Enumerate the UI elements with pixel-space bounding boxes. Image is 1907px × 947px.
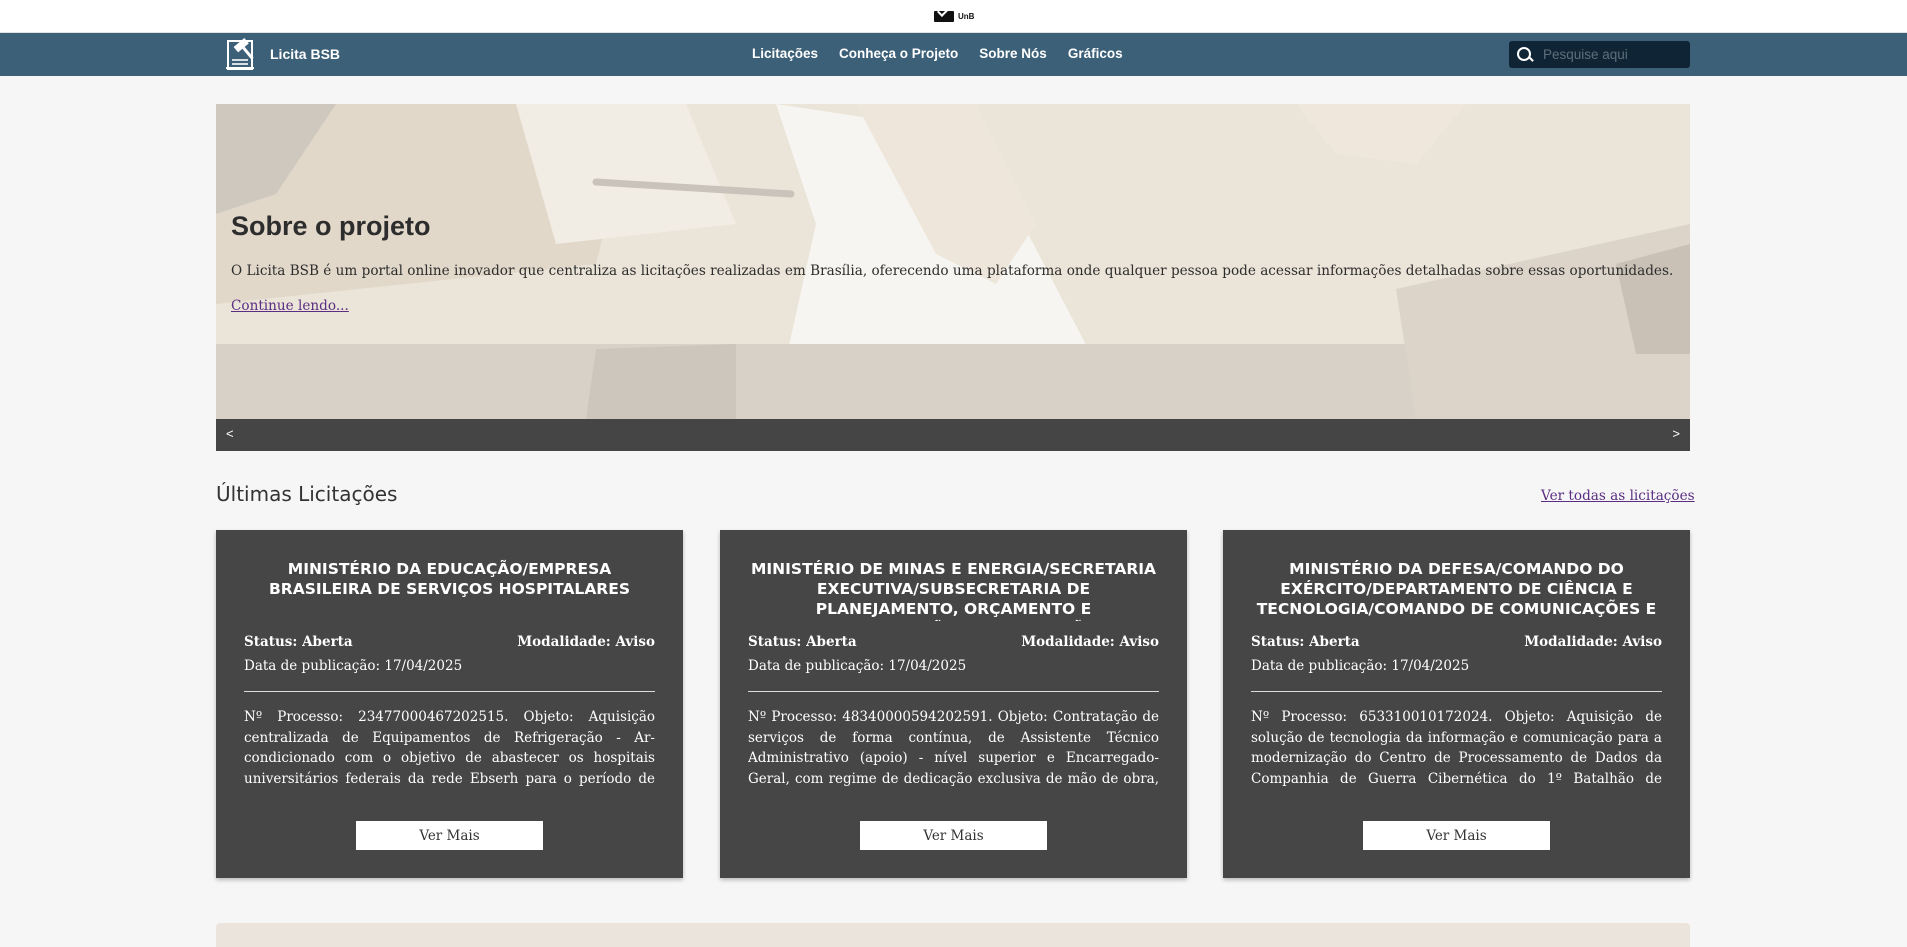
ver-mais-button[interactable]: Ver Mais (356, 821, 543, 850)
search-box (1509, 41, 1690, 68)
card-divider (748, 691, 1159, 692)
gov-top-bar: UnB (0, 0, 1907, 33)
card-status: Status: Aberta (1251, 634, 1360, 650)
envelope-icon (934, 11, 954, 22)
see-all-link[interactable]: Ver todas as licitações (1541, 488, 1695, 504)
search-icon[interactable] (1509, 41, 1535, 68)
navbar: Licita BSB Licitações Conheça o Projeto … (0, 33, 1907, 76)
bid-card: MINISTÉRIO DA DEFESA/COMANDO DO EXÉRCITO… (1223, 530, 1690, 878)
card-modality: Modalidade: Aviso (1021, 634, 1159, 650)
card-description: Nº Processo: 653310010172024. Objeto: Aq… (1251, 709, 1662, 787)
card-meta-row: Status: Aberta Modalidade: Aviso (748, 634, 1159, 650)
card-meta-row: Status: Aberta Modalidade: Aviso (244, 634, 655, 650)
brand-name: Licita BSB (270, 46, 341, 62)
card-title: MINISTÉRIO DA DEFESA/COMANDO DO EXÉRCITO… (1256, 560, 1657, 621)
brand-link[interactable]: Licita BSB (222, 35, 340, 73)
next-section-panel (216, 923, 1690, 947)
card-date: Data de publicação: 17/04/2025 (244, 658, 463, 674)
unb-logo-text: UnB (958, 12, 975, 21)
nav-licitacoes[interactable]: Licitações (752, 46, 818, 61)
card-status: Status: Aberta (748, 634, 857, 650)
ver-mais-button[interactable]: Ver Mais (860, 821, 1047, 850)
carousel-next-button[interactable]: > (1672, 426, 1680, 441)
carousel-prev-button[interactable]: < (226, 426, 234, 441)
hero-slide: Sobre o projeto O Licita BSB é um portal… (216, 104, 1690, 419)
card-status: Status: Aberta (244, 634, 353, 650)
unb-logo[interactable]: UnB (934, 11, 974, 22)
card-meta-row: Status: Aberta Modalidade: Aviso (1251, 634, 1662, 650)
card-date: Data de publicação: 17/04/2025 (1251, 658, 1470, 674)
latest-section-title: Últimas Licitações (216, 482, 398, 506)
carousel-controls: < > (216, 419, 1690, 451)
bid-card: MINISTÉRIO DE MINAS E ENERGIA/SECRETARIA… (720, 530, 1187, 878)
nav-graficos[interactable]: Gráficos (1068, 46, 1123, 61)
main-nav: Licitações Conheça o Projeto Sobre Nós G… (752, 46, 1123, 61)
ver-mais-button[interactable]: Ver Mais (1363, 821, 1550, 850)
hero-description: O Licita BSB é um portal online inovador… (231, 263, 1674, 279)
card-modality: Modalidade: Aviso (517, 634, 655, 650)
card-date: Data de publicação: 17/04/2025 (748, 658, 967, 674)
bid-card: MINISTÉRIO DA EDUCAÇÃO/EMPRESA BRASILEIR… (216, 530, 683, 878)
nav-sobre-nos[interactable]: Sobre Nós (979, 46, 1047, 61)
card-title: MINISTÉRIO DA EDUCAÇÃO/EMPRESA BRASILEIR… (268, 560, 630, 598)
search-input[interactable] (1535, 47, 1685, 62)
card-title: MINISTÉRIO DE MINAS E ENERGIA/SECRETARIA… (750, 560, 1157, 621)
card-modality: Modalidade: Aviso (1524, 634, 1662, 650)
hero-background-image (216, 104, 1690, 419)
card-divider (1251, 691, 1662, 692)
card-description: Nº Processo: 23477000467202515. Objeto: … (244, 709, 655, 787)
hero-title: Sobre o projeto (231, 211, 431, 241)
gavel-document-icon (226, 37, 254, 70)
continue-reading-link[interactable]: Continue lendo... (231, 298, 349, 314)
nav-conheca-o-projeto[interactable]: Conheça o Projeto (839, 46, 958, 61)
card-description: Nº Processo: 48340000594202591. Objeto: … (748, 709, 1159, 787)
card-divider (244, 691, 655, 692)
